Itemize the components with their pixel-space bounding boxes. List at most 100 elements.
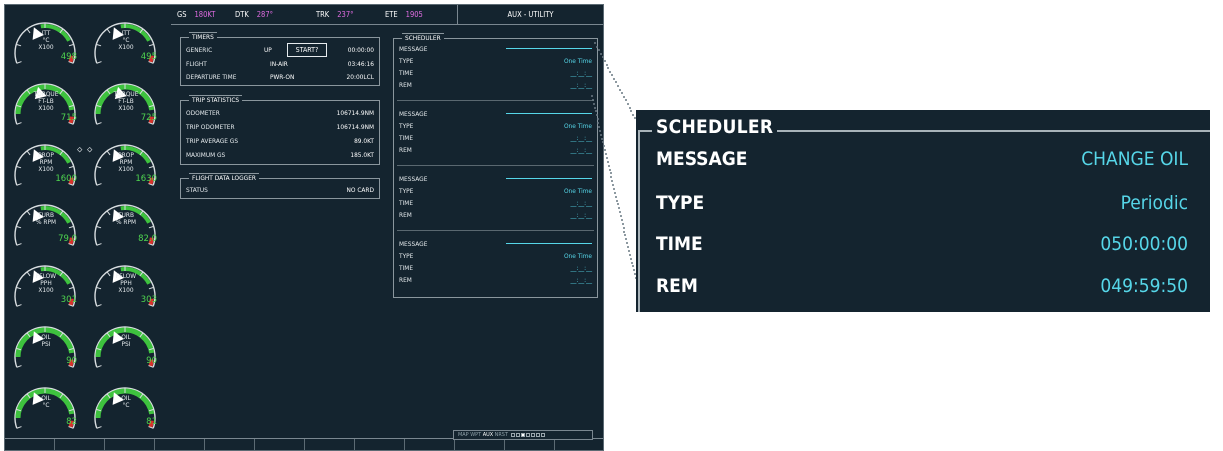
callout-dot (615, 81, 618, 84)
scheduler-time-value[interactable]: __:__:__ (571, 199, 592, 207)
timers-box: TIMERS GENERIC UP START? 00:00:00 FLIGHT… (180, 32, 380, 86)
callout-dot (605, 156, 608, 159)
zoom-time-value[interactable]: 050:00:00 (1100, 233, 1188, 255)
timer-state[interactable]: UP (264, 46, 272, 54)
scheduler-label: MESSAGE (399, 110, 428, 118)
scheduler-rem-row: REM __:__:__ (399, 146, 592, 156)
scheduler-message-field[interactable] (506, 243, 592, 244)
scheduler-time-value[interactable]: __:__:__ (571, 69, 592, 77)
scheduler-label: TIME (399, 69, 414, 77)
trip-label: TRIP AVERAGE GS (186, 137, 239, 145)
scheduler-label: MESSAGE (399, 240, 428, 248)
callout-dot (596, 118, 599, 121)
scheduler-label: TIME (399, 199, 414, 207)
softkey-button[interactable] (355, 439, 405, 450)
callout-dot (593, 106, 596, 109)
zoom-message-value[interactable]: CHANGE OIL (1081, 148, 1188, 170)
callout-dot (620, 92, 623, 95)
scheduler-separator (397, 100, 594, 101)
callout-dot (622, 95, 625, 98)
engine-gauge: OIL PSI 90 (9, 317, 81, 369)
scheduler-type-row: TYPE One Time (399, 252, 592, 262)
timer-state[interactable]: IN-AIR (270, 60, 288, 68)
softkey-button[interactable] (455, 439, 505, 450)
scheduler-time-value[interactable]: __:__:__ (571, 134, 592, 142)
gauge-value: 90 (66, 356, 77, 366)
logger-status-label: STATUS (186, 186, 208, 194)
callout-dot (607, 164, 610, 167)
trip-label: TRIP ODOMETER (186, 123, 235, 131)
gauge-value: 82.0 (138, 234, 157, 244)
gauge-label: OIL °C (41, 394, 51, 409)
logger-status-value: NO CARD (346, 186, 374, 194)
softkey-button[interactable] (55, 439, 105, 450)
gauge-label: ITT °C X100 (118, 29, 134, 51)
flight-data-logger-title: FLIGHT DATA LOGGER (189, 173, 259, 182)
scheduler-message-field[interactable] (506, 48, 592, 49)
page-group-item: NRST (494, 432, 510, 438)
gauge-label: TURB% RPM (35, 211, 57, 226)
callout-dot (629, 257, 632, 260)
callout-dot (614, 191, 617, 194)
callout-dot (626, 242, 629, 245)
callout-dot (606, 160, 609, 163)
scheduler-message-field[interactable] (506, 178, 592, 179)
softkey-button[interactable] (155, 439, 205, 450)
scheduler-label: TYPE (399, 252, 414, 260)
desired-track-field: DTK 287° (235, 10, 273, 19)
callout-dot (630, 110, 633, 113)
scheduler-rem-value[interactable]: __:__:__ (571, 81, 592, 89)
softkey-button[interactable] (555, 439, 603, 450)
scheduler-title: SCHEDULER (402, 33, 444, 42)
softkey-button[interactable] (305, 439, 355, 450)
scheduler-time-value[interactable]: __:__:__ (571, 264, 592, 272)
softkey-button[interactable] (105, 439, 155, 450)
gauge-label: PROP RPM X100 (118, 151, 134, 173)
scheduler-type-value[interactable]: One Time (564, 187, 592, 195)
softkey-button[interactable] (505, 439, 555, 450)
callout-dot (609, 70, 612, 73)
mfd-screen: ITT °C X100 498 ITT °C X100 495 TORQUE FT-LB X100 7… (4, 4, 604, 451)
callout-dot (623, 230, 626, 233)
scheduler-rem-value[interactable]: __:__:__ (571, 146, 592, 154)
flight-data-logger-box: FLIGHT DATA LOGGER STATUS NO CARD (180, 173, 380, 199)
gauge-label: OIL PSI (41, 333, 51, 348)
page-group-item: WPT (470, 432, 483, 438)
gauge-label: OIL PSI (121, 333, 131, 348)
timers-title: TIMERS (189, 32, 217, 41)
navigation-status-bar: GS 180KT DTK 287° TRK 237° ETE 1905 AUX - UT… (171, 5, 603, 25)
scheduler-rem-value[interactable]: __:__:__ (571, 211, 592, 219)
scheduler-label: MESSAGE (399, 175, 428, 183)
callout-dot (605, 63, 608, 66)
zoom-type-value[interactable]: Periodic (1121, 192, 1188, 214)
softkey-button[interactable] (255, 439, 305, 450)
gauge-value: 81 (146, 417, 157, 427)
gauge-value: 1600 (55, 174, 77, 184)
timer-value: 20:00LCL (346, 73, 374, 81)
callout-dot (613, 187, 616, 190)
gauge-label: TORQUE FT-LB X100 (113, 90, 139, 112)
callout-dot (603, 149, 606, 152)
gauge-value: 79.0 (58, 234, 77, 244)
trip-row: TRIP AVERAGE GS 89.0KT (186, 137, 374, 147)
softkey-button[interactable] (205, 439, 255, 450)
desired-track-label: DTK (235, 10, 249, 19)
callout-dot (616, 199, 619, 202)
scheduler-message-field[interactable] (506, 113, 592, 114)
softkey-button[interactable] (405, 439, 455, 450)
scheduler-label: REM (399, 81, 412, 89)
gauge-value: 82 (66, 417, 77, 427)
scheduler-type-value[interactable]: One Time (564, 252, 592, 260)
scheduler-type-value[interactable]: One Time (564, 57, 592, 65)
trip-row: TRIP ODOMETER 106714.9NM (186, 123, 374, 133)
scheduler-type-value[interactable]: One Time (564, 122, 592, 130)
start-timer-button[interactable]: START? (287, 43, 327, 57)
ground-speed-value: 180KT (194, 10, 216, 19)
gauge-value: 301 (60, 295, 77, 305)
scheduler-rem-value[interactable]: __:__:__ (571, 276, 592, 284)
timer-state[interactable]: PWR-ON (270, 73, 294, 81)
softkey-button[interactable] (5, 439, 55, 450)
scheduler-label: REM (399, 276, 412, 284)
callout-dot (599, 52, 602, 55)
scheduler-time-row: TIME __:__:__ (399, 199, 592, 209)
